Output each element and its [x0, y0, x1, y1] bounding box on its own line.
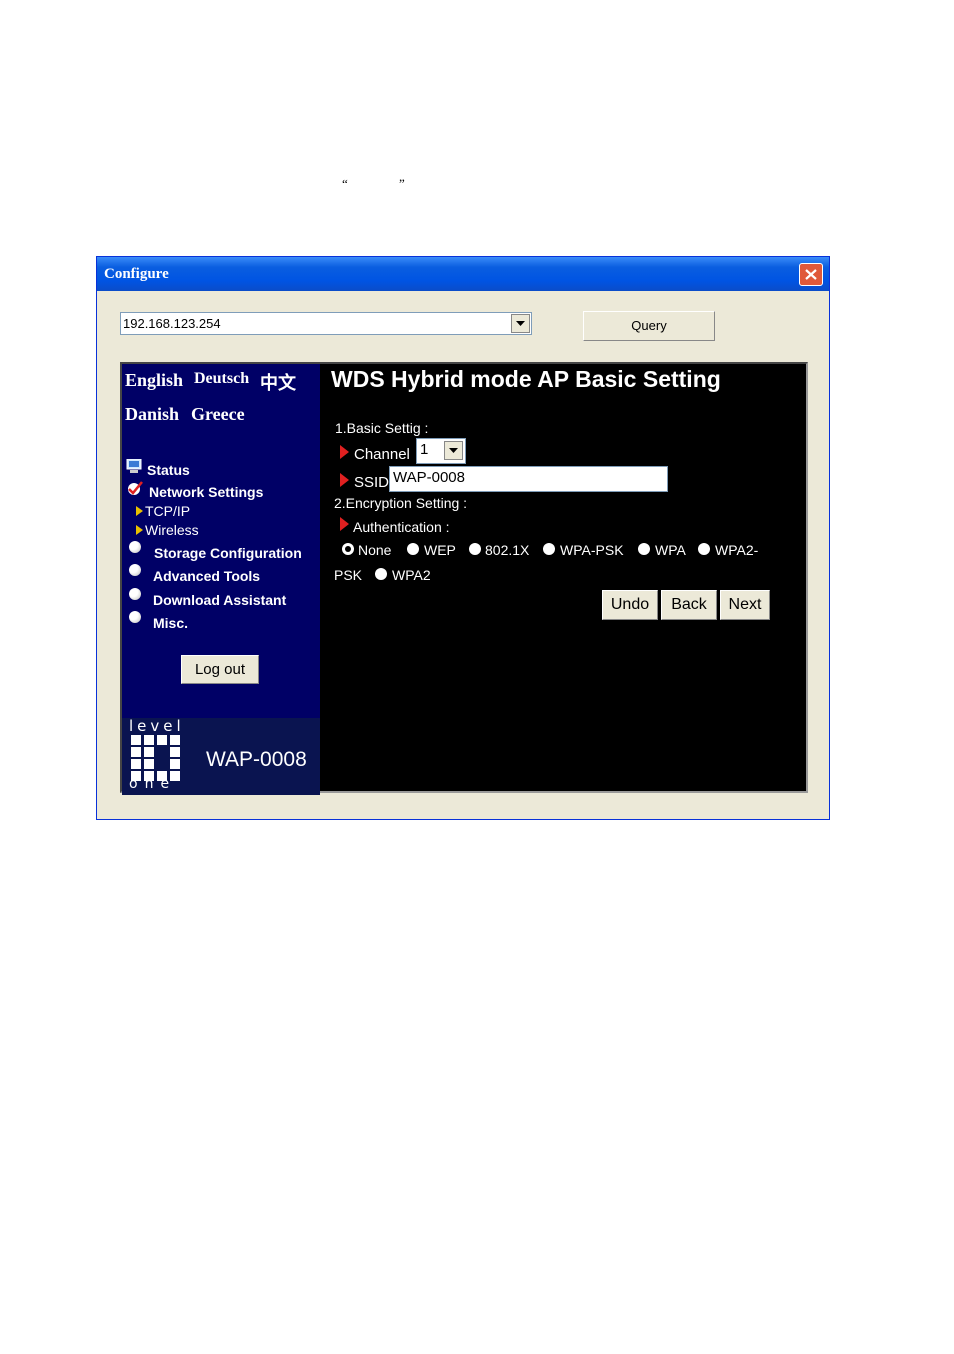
radio-none-label: None: [358, 542, 392, 558]
next-button[interactable]: Next: [720, 590, 770, 620]
lang-danish[interactable]: Danish: [125, 404, 179, 425]
channel-value: 1: [420, 441, 429, 458]
bullet-icon: [129, 541, 141, 553]
logo-word-level: level: [129, 717, 185, 735]
radio-wpa2-psk[interactable]: [698, 543, 710, 555]
chevron-down-icon: [449, 448, 458, 453]
address-combobox[interactable]: 192.168.123.254: [120, 312, 532, 335]
radio-none[interactable]: [342, 543, 354, 555]
lang-chinese[interactable]: 中文: [260, 369, 296, 395]
title-bar[interactable]: Configure: [97, 257, 829, 291]
arrow-icon: [136, 506, 143, 516]
chevron-down-icon: [516, 321, 525, 326]
radio-8021x[interactable]: [469, 543, 481, 555]
nav-download-assistant[interactable]: Download Assistant: [153, 592, 286, 608]
nav-storage-configuration[interactable]: Storage Configuration: [154, 545, 302, 561]
ssid-label: SSID: [354, 474, 390, 491]
undo-button[interactable]: Undo: [602, 590, 658, 620]
back-button[interactable]: Back: [661, 590, 717, 620]
lang-english[interactable]: English: [125, 370, 183, 391]
nav-wireless-label: Wireless: [145, 522, 199, 538]
authentication-label: Authentication :: [353, 519, 450, 535]
lang-deutsch[interactable]: Deutsch: [194, 370, 249, 388]
nav-network-settings[interactable]: Network Settings: [149, 484, 263, 500]
radio-wpa2-psk-label-part1: WPA2-: [715, 542, 759, 558]
radio-wpa[interactable]: [638, 543, 650, 555]
arrow-icon: [136, 525, 143, 535]
radio-wpa2-label: WPA2: [392, 567, 431, 583]
radio-wpa-psk-label: WPA-PSK: [560, 542, 624, 558]
close-icon: [805, 269, 817, 280]
arrow-icon: [340, 445, 349, 459]
bullet-icon: [129, 588, 141, 600]
nav-misc[interactable]: Misc.: [153, 615, 188, 631]
network-settings-icon: [128, 481, 143, 495]
monitor-icon: [126, 459, 142, 473]
radio-wep[interactable]: [407, 543, 419, 555]
nav-tcpip-label: TCP/IP: [145, 503, 191, 519]
sidebar: English Deutsch 中文 Danish Greece Status …: [122, 364, 320, 795]
channel-dropdown-button[interactable]: [444, 441, 463, 460]
ssid-input[interactable]: WAP-0008: [389, 466, 668, 492]
bullet-icon: [129, 564, 141, 576]
channel-select[interactable]: 1: [416, 438, 466, 464]
arrow-icon: [340, 517, 349, 531]
logout-button[interactable]: Log out: [181, 655, 259, 684]
page-title: WDS Hybrid mode AP Basic Setting: [331, 366, 721, 392]
open-quote: “: [342, 176, 348, 191]
lang-greece[interactable]: Greece: [191, 404, 245, 425]
logo-word-one: one: [129, 776, 177, 792]
close-button[interactable]: [799, 263, 823, 286]
section-basic-setting: 1.Basic Settig :: [335, 420, 429, 436]
nav-advanced-tools[interactable]: Advanced Tools: [153, 568, 260, 584]
levelone-logo-icon: [131, 735, 180, 781]
channel-label: Channel: [354, 446, 410, 463]
configure-window: Configure 192.168.123.254 Query English …: [96, 256, 830, 820]
close-quote: ”: [399, 176, 405, 191]
radio-wpa2[interactable]: [375, 568, 387, 580]
radio-wpa-psk[interactable]: [543, 543, 555, 555]
web-frame: English Deutsch 中文 Danish Greece Status …: [120, 362, 808, 795]
nav-wireless[interactable]: Wireless: [136, 522, 199, 538]
window-title: Configure: [104, 266, 169, 282]
query-button[interactable]: Query: [583, 311, 715, 341]
brand-logo: level one WAP-0008: [122, 717, 320, 795]
nav-tcpip[interactable]: TCP/IP: [136, 503, 190, 519]
nav-status[interactable]: Status: [147, 462, 190, 478]
radio-wpa2-psk-label-part2: PSK: [334, 567, 363, 583]
section-encryption-setting: 2.Encryption Setting :: [334, 495, 468, 511]
ssid-value: WAP-0008: [393, 469, 465, 486]
radio-wpa-label: WPA: [655, 542, 686, 558]
arrow-icon: [340, 473, 349, 487]
model-name: WAP-0008: [206, 748, 307, 771]
radio-8021x-label: 802.1X: [485, 542, 530, 558]
radio-wep-label: WEP: [424, 542, 456, 558]
address-dropdown-button[interactable]: [511, 314, 530, 333]
bullet-icon: [129, 611, 141, 623]
address-value[interactable]: 192.168.123.254: [123, 316, 221, 331]
